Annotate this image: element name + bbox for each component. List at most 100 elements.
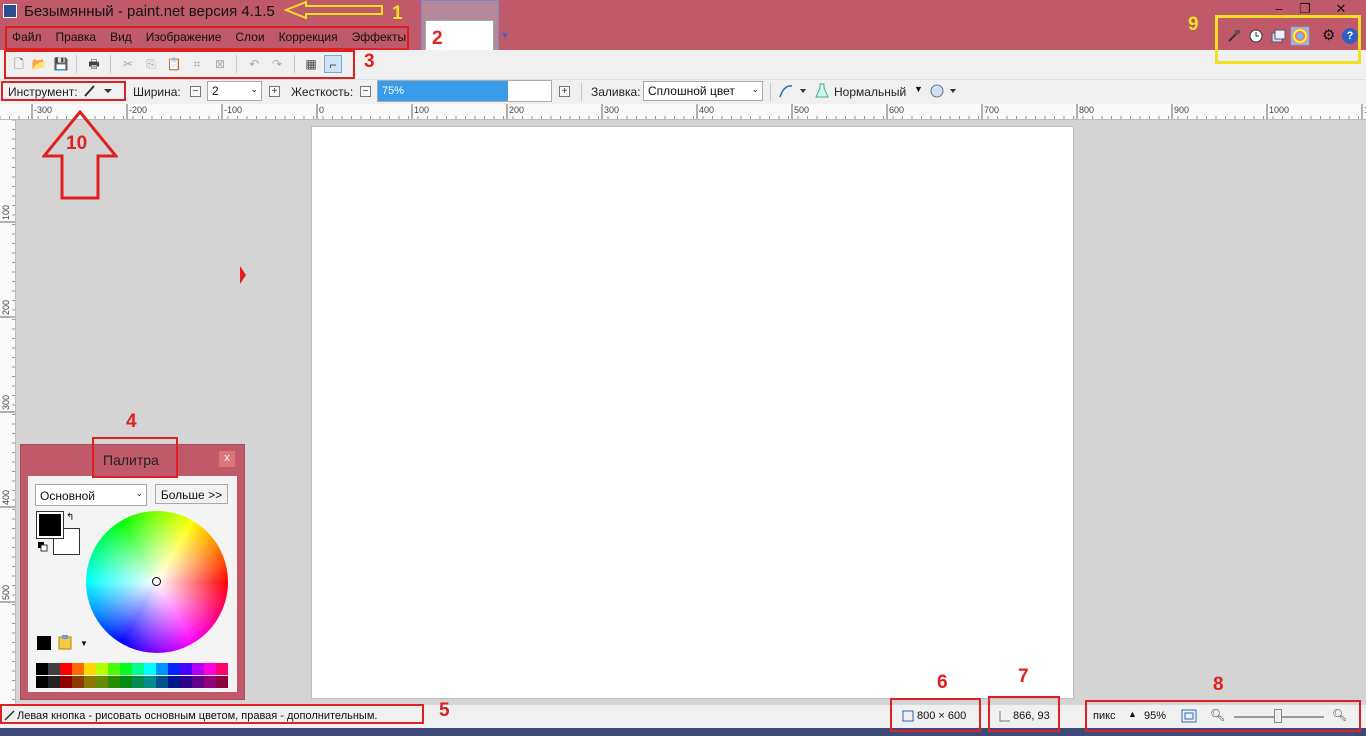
- palette-swatch[interactable]: [84, 663, 96, 675]
- palette-swatch[interactable]: [156, 663, 168, 675]
- ruler-label: 0: [319, 105, 324, 115]
- annotation-label-10: 10: [66, 133, 88, 154]
- palette-swatch[interactable]: [120, 663, 132, 675]
- selection-mode-icon[interactable]: [928, 82, 958, 100]
- palette-more-button[interactable]: Больше >>: [155, 484, 228, 504]
- palette-swatch-dark[interactable]: [132, 676, 144, 688]
- hardness-decrease-button[interactable]: −: [360, 86, 371, 97]
- palette-swatch[interactable]: [204, 663, 216, 675]
- palette-swatch-dark[interactable]: [216, 676, 228, 688]
- annotation-box-2: [5, 26, 409, 50]
- palette-swatch-dark[interactable]: [120, 676, 132, 688]
- swap-colors-icon[interactable]: ↰: [66, 512, 74, 523]
- ruler-label: 500: [1, 585, 11, 600]
- ruler-label: 500: [794, 105, 809, 115]
- palette-swatch-dark[interactable]: [144, 676, 156, 688]
- ruler-label: 400: [1, 490, 11, 505]
- ruler-label: 700: [984, 105, 999, 115]
- annotation-label-2: 2: [432, 28, 443, 49]
- add-color-icon[interactable]: [37, 636, 51, 650]
- tab-list-chevron-icon[interactable]: ⯆: [501, 31, 509, 42]
- annotation-label-5: 5: [439, 700, 450, 721]
- palette-swatch-dark[interactable]: [60, 676, 72, 688]
- palette-swatch[interactable]: [132, 663, 144, 675]
- ruler-label: -100: [224, 105, 242, 115]
- annotation-label-4: 4: [126, 411, 137, 432]
- ruler-label: 900: [1174, 105, 1189, 115]
- palette-swatch[interactable]: [180, 663, 192, 675]
- palette-swatch-dark[interactable]: [108, 676, 120, 688]
- palette-menu-chevron-icon[interactable]: ▼: [80, 639, 88, 648]
- fill-select[interactable]: Сплошной цвет ⌄: [643, 81, 763, 101]
- vertical-ruler: 100 200 300 400 500: [0, 120, 16, 704]
- blend-mode-value[interactable]: Нормальный: [834, 85, 906, 99]
- palette-mode-select[interactable]: Основной ⌄: [35, 484, 147, 506]
- window-title: Безымянный - paint.net версия 4.1.5: [24, 3, 275, 20]
- reset-colors-icon[interactable]: [38, 541, 48, 552]
- antialiasing-icon[interactable]: [778, 83, 808, 99]
- image-canvas[interactable]: [311, 126, 1074, 699]
- annotation-label-8: 8: [1213, 674, 1224, 695]
- color-wheel[interactable]: [86, 511, 228, 653]
- width-value: 2: [212, 84, 219, 98]
- ruler-label: 600: [889, 105, 904, 115]
- palette-swatch[interactable]: [216, 663, 228, 675]
- hardness-value: 75%: [382, 85, 405, 97]
- palette-swatch[interactable]: [36, 663, 48, 675]
- palette-swatch-dark[interactable]: [168, 676, 180, 688]
- annotation-label-9: 9: [1188, 14, 1199, 35]
- annotation-label-7: 7: [1018, 666, 1029, 687]
- blend-mode-chevron-icon[interactable]: ▼: [914, 84, 923, 94]
- palette-swatch[interactable]: [96, 663, 108, 675]
- palette-swatch[interactable]: [72, 663, 84, 675]
- palette-swatch[interactable]: [108, 663, 120, 675]
- blend-mode-icon: [814, 82, 830, 100]
- canvas-scroll-marker: [240, 266, 246, 284]
- ruler-label: 300: [1, 395, 11, 410]
- palette-swatch-dark[interactable]: [48, 676, 60, 688]
- width-input[interactable]: 2 ⌄: [207, 81, 262, 101]
- annotation-box-4: [92, 437, 178, 478]
- annotation-box-10: [1, 81, 126, 101]
- hardness-label: Жесткость:: [291, 85, 354, 99]
- ruler-label: 200: [509, 105, 524, 115]
- palette-swatch[interactable]: [48, 663, 60, 675]
- width-label: Ширина:: [133, 85, 181, 99]
- palette-swatch-dark[interactable]: [204, 676, 216, 688]
- annotation-label-1: 1: [392, 3, 403, 24]
- annotation-label-3: 3: [364, 51, 375, 72]
- color-wheel-cursor[interactable]: [152, 577, 161, 586]
- annotation-arrow-1: [284, 0, 383, 20]
- palette-swatch-dark[interactable]: [96, 676, 108, 688]
- palette-swatch-dark[interactable]: [180, 676, 192, 688]
- ruler-label: 100: [1, 205, 11, 220]
- palette-swatch[interactable]: [144, 663, 156, 675]
- width-decrease-button[interactable]: −: [190, 86, 201, 97]
- annotation-box-8: [1085, 700, 1361, 732]
- palette-swatch[interactable]: [192, 663, 204, 675]
- palette-swatch-dark[interactable]: [72, 676, 84, 688]
- hardness-increase-button[interactable]: +: [559, 86, 570, 97]
- width-increase-button[interactable]: +: [269, 86, 280, 97]
- hardness-slider[interactable]: 75%: [377, 80, 552, 102]
- palette-close-button[interactable]: x: [219, 451, 235, 467]
- palette-swatches: [36, 663, 228, 689]
- palette-swatch-dark[interactable]: [192, 676, 204, 688]
- palette-swatch-dark[interactable]: [156, 676, 168, 688]
- ruler-label: 1000: [1269, 105, 1289, 115]
- ruler-label: 100: [414, 105, 429, 115]
- palette-swatch[interactable]: [60, 663, 72, 675]
- palette-swatch-dark[interactable]: [36, 676, 48, 688]
- palette-mode-value: Основной: [40, 489, 96, 503]
- ruler-label: 400: [699, 105, 714, 115]
- annotation-box-5: [0, 704, 424, 724]
- palette-swatch[interactable]: [168, 663, 180, 675]
- horizontal-ruler: -300 -200 -100 0 100 200 300 400 500 600 700 800 900…: [0, 104, 1366, 120]
- annotation-arrow-10: [42, 110, 118, 200]
- palette-menu-icon[interactable]: [58, 634, 72, 650]
- fill-label: Заливка:: [591, 85, 641, 99]
- palette-swatch-dark[interactable]: [84, 676, 96, 688]
- annotation-label-6: 6: [937, 672, 948, 693]
- annotation-box-3: [4, 50, 355, 79]
- primary-color-swatch[interactable]: [36, 511, 64, 539]
